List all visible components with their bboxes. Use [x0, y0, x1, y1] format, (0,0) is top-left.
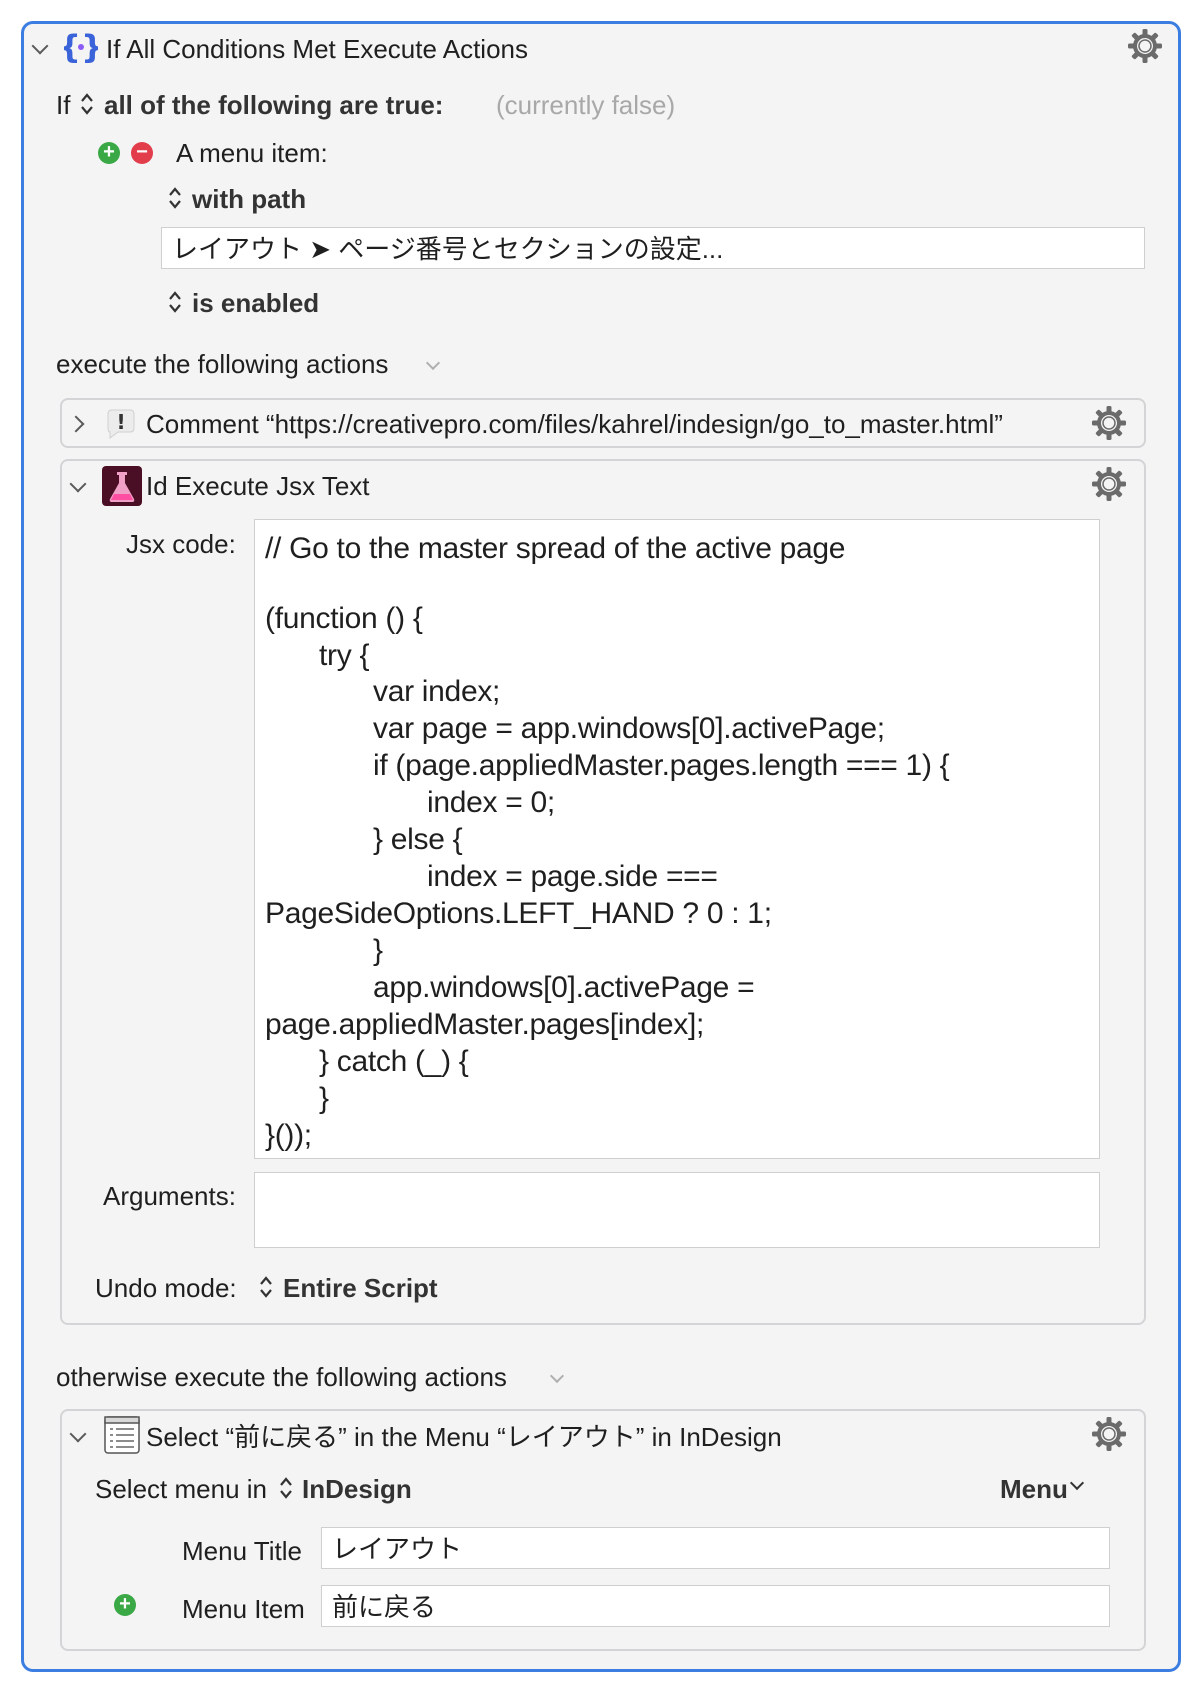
then-section-label: execute the following actions	[56, 349, 389, 379]
gear-icon[interactable]	[1126, 27, 1164, 65]
code-line: (function () {	[265, 602, 423, 635]
code-line: index = 0;	[427, 786, 555, 819]
code-line: PageSideOptions.LEFT_HAND ? 0 : 1;	[265, 897, 772, 930]
remove-condition-button[interactable]: −	[131, 142, 153, 164]
menu-title-field[interactable]: レイアウト	[321, 1527, 1110, 1569]
state-mode-popup[interactable]: is enabled	[192, 290, 319, 316]
code-line: index = page.side ===	[427, 860, 718, 893]
code-line: }());	[265, 1119, 312, 1152]
updown-arrows-icon	[81, 93, 93, 115]
status-text: (currently false)	[496, 90, 676, 120]
else-section-label: otherwise execute the following actions	[56, 1362, 507, 1392]
menu-list-icon	[104, 1416, 140, 1454]
code-line: }	[319, 1082, 329, 1115]
gear-icon[interactable]	[1090, 404, 1128, 442]
code-line: page.appliedMaster.pages[index];	[265, 1008, 705, 1041]
menu-title-label: Menu Title	[182, 1536, 302, 1566]
code-line: }	[373, 934, 383, 967]
code-line: } else {	[373, 823, 463, 856]
if-label: If	[56, 90, 71, 120]
menu-item-label: Menu Item	[182, 1594, 305, 1624]
updown-arrows-icon	[169, 291, 181, 313]
updown-arrows-icon	[260, 1276, 272, 1298]
gear-icon[interactable]	[1090, 1415, 1128, 1453]
code-line: // Go to the master spread of the active…	[265, 532, 846, 565]
condition-type-label: A menu item:	[176, 138, 328, 168]
condition-mode-popup[interactable]: all of the following are true:	[104, 92, 443, 118]
arguments-field[interactable]	[254, 1172, 1100, 1248]
jsx-code-editor[interactable]: // Go to the master spread of the active…	[254, 519, 1100, 1159]
comment-action-title: Comment “https://creativepro.com/files/k…	[146, 409, 1003, 439]
updown-arrows-icon	[169, 187, 181, 209]
braces-icon: {}	[64, 30, 98, 64]
undo-mode-popup[interactable]: Entire Script	[283, 1275, 438, 1301]
menu-button[interactable]: Menu	[1000, 1476, 1068, 1502]
menu-item-field[interactable]: 前に戻る	[321, 1585, 1110, 1627]
undo-mode-label: Undo mode:	[95, 1273, 237, 1303]
updown-arrows-icon	[280, 1477, 292, 1499]
code-line: } catch (_) {	[319, 1045, 469, 1078]
add-menu-item-button[interactable]: +	[114, 1594, 136, 1616]
menu-path-field[interactable]: レイアウト ➤ ページ番号とセクションの設定...	[161, 227, 1145, 269]
arguments-label: Arguments:	[103, 1181, 236, 1211]
svg-text:!: !	[116, 410, 125, 434]
code-line: var index;	[373, 675, 501, 708]
if-action-title: If All Conditions Met Execute Actions	[106, 34, 528, 64]
select-in-label: Select menu in	[95, 1474, 267, 1504]
jsx-code-label: Jsx code:	[126, 529, 236, 559]
code-line: app.windows[0].activePage =	[373, 971, 755, 1004]
add-condition-button[interactable]: +	[98, 142, 120, 164]
match-mode-popup[interactable]: with path	[192, 186, 306, 212]
code-line: var page = app.windows[0].activePage;	[373, 712, 885, 745]
select-action-title: Select “前に戻る” in the Menu “レイアウト” in InD…	[146, 1422, 782, 1452]
flask-icon	[102, 466, 142, 506]
gear-icon[interactable]	[1090, 465, 1128, 503]
jsx-action-title: Id Execute Jsx Text	[146, 471, 370, 501]
application-popup[interactable]: InDesign	[302, 1476, 412, 1502]
code-line: try {	[319, 639, 370, 672]
comment-icon: !	[107, 409, 135, 439]
code-line: if (page.appliedMaster.pages.length === …	[373, 749, 950, 782]
